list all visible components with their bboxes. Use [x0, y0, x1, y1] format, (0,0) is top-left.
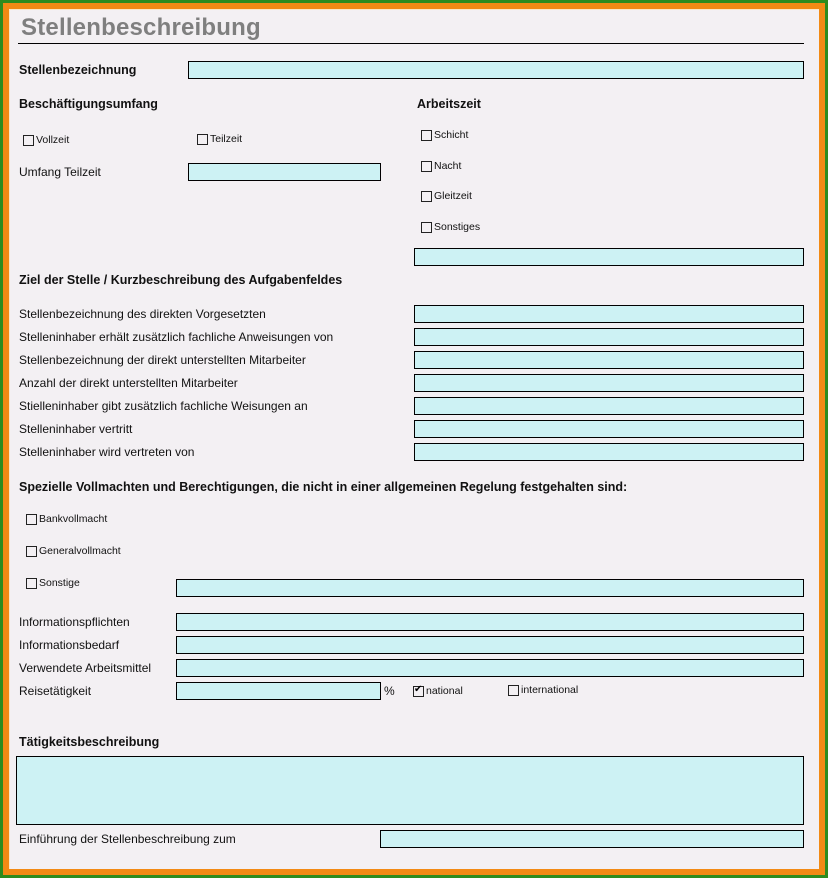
row-label: Stelleninhaber wird vertreten von	[19, 445, 195, 459]
night-checkbox[interactable]: Nacht	[421, 160, 461, 172]
row-label: Verwendete Arbeitsmittel	[19, 661, 152, 675]
job-title-label: Stellenbezeichnung	[19, 63, 137, 77]
checkbox-label: Teilzeit	[210, 133, 243, 145]
activity-heading: Tätigkeitsbeschreibung	[19, 735, 160, 749]
introduction-date-input[interactable]	[380, 830, 804, 848]
parttime-checkbox[interactable]: Teilzeit	[197, 133, 242, 145]
represents-input[interactable]	[414, 420, 804, 438]
general-authority-checkbox[interactable]: Generalvollmacht	[26, 545, 121, 557]
activity-description-textarea[interactable]	[16, 756, 804, 825]
row-label: Informationspflichten	[19, 615, 130, 629]
employment-scope-heading: Beschäftigungsumfang	[19, 97, 158, 111]
row-label: Stielleninhaber gibt zusätzlich fachlich…	[19, 399, 308, 413]
checkbox-box[interactable]	[26, 577, 37, 589]
authority-section-heading: Spezielle Vollmachten und Berechtigungen…	[19, 480, 628, 494]
parttime-scope-input[interactable]	[188, 163, 381, 181]
checkbox-label: Generalvollmacht	[39, 545, 121, 557]
information-duties-input[interactable]	[176, 613, 804, 631]
travel-percent-input[interactable]	[176, 682, 381, 700]
international-checkbox[interactable]: international	[508, 684, 578, 696]
row-label: Stelleninhaber vertritt	[19, 422, 133, 436]
supervisor-title-input[interactable]	[414, 305, 804, 323]
checkbox-label: Sonstiges	[434, 221, 481, 233]
checkbox-label: national	[426, 685, 463, 697]
checkmark-icon[interactable]	[413, 684, 424, 697]
flextime-checkbox[interactable]: Gleitzeit	[421, 190, 472, 202]
row-label: Anzahl der direkt unterstellten Mitarbei…	[19, 376, 238, 390]
row-label: Stellenbezeichnung des direkten Vorgeset…	[19, 307, 266, 321]
checkbox-label: Sonstige	[39, 577, 80, 589]
work-equipment-input[interactable]	[176, 659, 804, 677]
fulltime-checkbox[interactable]: Vollzeit	[23, 134, 69, 146]
other-authority-checkbox[interactable]: Sonstige	[26, 577, 80, 589]
checkbox-label: Nacht	[434, 160, 462, 172]
working-time-heading: Arbeitszeit	[417, 97, 481, 111]
job-title-input[interactable]	[188, 61, 804, 79]
row-label: Stellenbezeichnung der direkt unterstell…	[19, 353, 306, 367]
represented-by-input[interactable]	[414, 443, 804, 461]
checkbox-box[interactable]	[26, 513, 37, 525]
page-title: Stellenbeschreibung	[21, 14, 261, 41]
parttime-scope-label: Umfang Teilzeit	[19, 165, 101, 179]
checkbox-box[interactable]	[421, 160, 432, 172]
subordinate-count-input[interactable]	[414, 374, 804, 392]
percent-unit: %	[384, 684, 395, 698]
row-label: Informationsbedarf	[19, 638, 120, 652]
bank-authority-checkbox[interactable]: Bankvollmacht	[26, 513, 107, 525]
title-divider	[18, 43, 804, 44]
row-label: Stelleninhaber erhält zusätzlich fachlic…	[19, 330, 334, 344]
checkbox-label: international	[521, 684, 579, 696]
checkbox-box[interactable]	[421, 129, 432, 141]
checkbox-box[interactable]	[421, 221, 432, 233]
checkbox-label: Vollzeit	[36, 134, 70, 146]
checkbox-label: Schicht	[434, 129, 469, 141]
checkbox-box[interactable]	[421, 190, 432, 202]
other-authority-input[interactable]	[176, 579, 804, 597]
checkbox-label: Gleitzeit	[434, 190, 472, 202]
checkbox-label: Bankvollmacht	[39, 513, 108, 525]
travel-label: Reisetätigkeit	[19, 684, 92, 698]
other-worktime-input[interactable]	[414, 248, 804, 266]
shift-checkbox[interactable]: Schicht	[421, 129, 468, 141]
checkbox-box[interactable]	[197, 133, 208, 145]
checkbox-box[interactable]	[23, 134, 34, 146]
other-worktime-checkbox[interactable]: Sonstiges	[421, 221, 480, 233]
introduction-label: Einführung der Stellenbeschreibung zum	[19, 832, 236, 846]
additional-instructions-from-input[interactable]	[414, 328, 804, 346]
checkbox-box[interactable]	[508, 684, 519, 696]
goal-section-heading: Ziel der Stelle / Kurzbeschreibung des A…	[19, 273, 343, 287]
information-needs-input[interactable]	[176, 636, 804, 654]
gives-instructions-to-input[interactable]	[414, 397, 804, 415]
checkbox-box[interactable]	[26, 545, 37, 557]
national-checkbox[interactable]: national	[413, 684, 463, 697]
subordinate-titles-input[interactable]	[414, 351, 804, 369]
